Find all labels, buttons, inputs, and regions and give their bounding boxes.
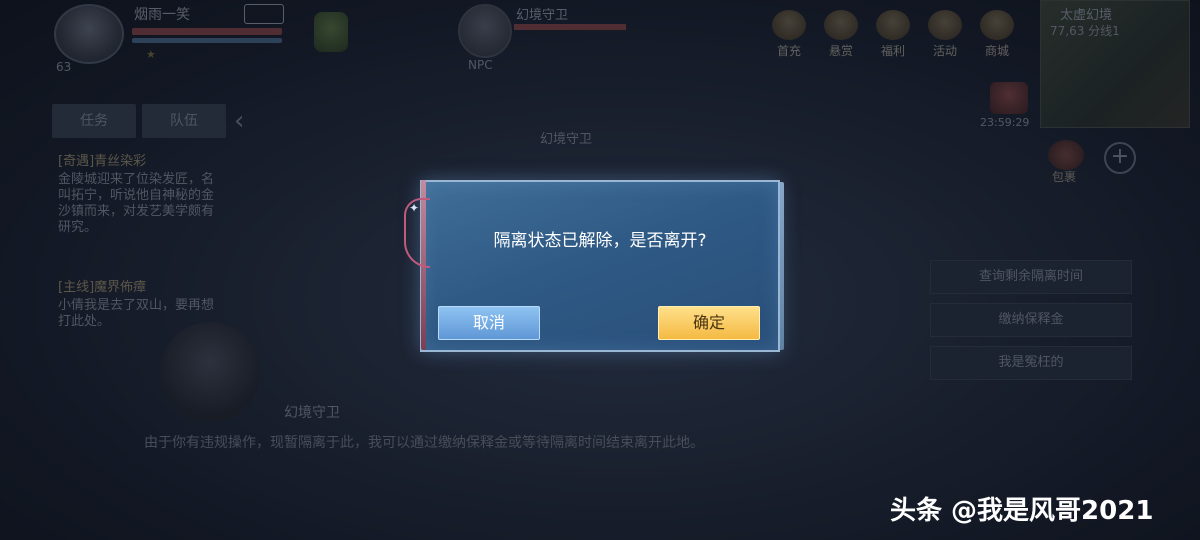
- dialog-message: 隔离状态已解除，是否离开?: [493, 231, 707, 251]
- game-scene: 63 烟雨一笑 ★ NPC 幻境守卫 首充 悬赏 福利 活动 商城 太虚幻境 7…: [0, 0, 1200, 540]
- cancel-button[interactable]: 取消: [438, 306, 540, 340]
- watermark: 头条 @我是风哥2021: [890, 496, 1154, 526]
- feather-icon: ✦: [409, 201, 420, 215]
- confirm-button[interactable]: 确定: [658, 306, 760, 340]
